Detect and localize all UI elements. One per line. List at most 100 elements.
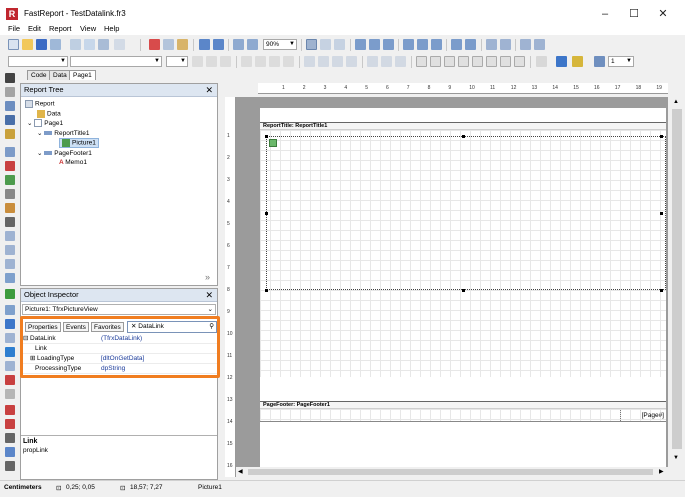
save-icon[interactable] — [36, 39, 47, 50]
resize-handle[interactable] — [660, 212, 663, 215]
digital-signature-tool-icon[interactable] — [5, 433, 15, 443]
text-tool-icon[interactable] — [5, 115, 15, 125]
html-tool-icon[interactable] — [5, 389, 15, 399]
report-page[interactable]: ReportTitle: ReportTitle1 PageFooter: Pa… — [260, 108, 666, 468]
resize-handle[interactable] — [265, 135, 268, 138]
underline-icon[interactable] — [220, 56, 231, 67]
text-align-right-icon[interactable] — [332, 56, 343, 67]
font-color-icon[interactable] — [255, 56, 266, 67]
italic-icon[interactable] — [206, 56, 217, 67]
close-window-button[interactable]: ✕ — [651, 4, 675, 24]
scroll-left-icon[interactable]: ◀ — [238, 468, 243, 475]
tree-node-pagefooter1[interactable]: ⌄ PageFooter1 — [37, 149, 92, 157]
fill-settings-icon[interactable] — [556, 56, 567, 67]
frame-width-combo[interactable]: 1 ▼ — [608, 56, 634, 67]
memo-tool-icon[interactable] — [5, 161, 15, 171]
new-page-icon[interactable] — [70, 39, 81, 50]
zip-code-tool-icon[interactable] — [5, 461, 15, 471]
resize-handle[interactable] — [265, 289, 268, 292]
group-icon[interactable] — [233, 39, 244, 50]
text-align-center-icon[interactable] — [318, 56, 329, 67]
resize-handle[interactable] — [462, 135, 465, 138]
text-justify-icon[interactable] — [346, 56, 357, 67]
cellular-text-tool-icon[interactable] — [5, 447, 15, 457]
zoom-tool-icon[interactable] — [5, 101, 15, 111]
close-icon[interactable]: ✕ — [205, 289, 213, 301]
resize-handle[interactable] — [660, 289, 663, 292]
map-tool-icon[interactable] — [5, 347, 15, 357]
highlight-icon[interactable] — [269, 56, 280, 67]
text-middle-icon[interactable] — [381, 56, 392, 67]
rotation-icon[interactable] — [283, 56, 294, 67]
same-width-icon[interactable] — [520, 39, 531, 50]
chart-tool-icon[interactable] — [5, 259, 15, 269]
fit-grid-icon[interactable] — [334, 39, 345, 50]
resize-handle[interactable] — [265, 212, 268, 215]
align-right-icon[interactable] — [383, 39, 394, 50]
format-tool-icon[interactable] — [5, 129, 15, 139]
frame-none-icon[interactable] — [486, 56, 497, 67]
tab-data[interactable]: Data — [49, 70, 71, 80]
rich-text-tool-icon[interactable] — [5, 245, 15, 255]
scroll-right-icon[interactable]: ▶ — [659, 468, 664, 475]
font-settings-icon[interactable] — [241, 56, 252, 67]
menu-view[interactable]: View — [80, 24, 96, 33]
text-top-icon[interactable] — [367, 56, 378, 67]
object-selector-combo[interactable]: Picture1: TfrxPictureView ⌄ — [22, 304, 216, 315]
center-horizontal-icon[interactable] — [486, 39, 497, 50]
zoom-combo[interactable]: 90% ▼ — [263, 39, 297, 50]
horizontal-scrollbar[interactable]: ◀ ▶ — [236, 467, 669, 477]
picture-tool-icon[interactable] — [5, 175, 15, 185]
frame-all-icon[interactable] — [472, 56, 483, 67]
open-icon[interactable] — [22, 39, 33, 50]
scroll-thumb[interactable] — [672, 109, 682, 449]
maximize-button[interactable]: ☐ — [622, 4, 646, 24]
ungroup-icon[interactable] — [247, 39, 258, 50]
font-name-combo[interactable]: ▼ — [70, 56, 162, 67]
redo-icon[interactable] — [213, 39, 224, 50]
tree-node-page1[interactable]: ⌄ Page1 — [27, 119, 63, 128]
close-icon[interactable]: ✕ — [205, 84, 213, 96]
vertical-scrollbar[interactable]: ▲ ▼ — [669, 83, 685, 467]
menu-report[interactable]: Report — [49, 24, 72, 33]
frame-top-icon[interactable] — [416, 56, 427, 67]
text-align-left-icon[interactable] — [304, 56, 315, 67]
interval-gauge-tool-icon[interactable] — [5, 419, 15, 429]
center-vertical-icon[interactable] — [500, 39, 511, 50]
hand-tool-icon[interactable] — [5, 87, 15, 97]
frame-style-icon[interactable] — [514, 56, 525, 67]
picture1-object[interactable] — [266, 136, 666, 290]
gauge-tool-icon[interactable] — [5, 405, 15, 415]
cut-icon[interactable] — [149, 39, 160, 50]
scroll-up-icon[interactable]: ▲ — [673, 99, 679, 105]
undo-icon[interactable] — [199, 39, 210, 50]
align-middle-icon[interactable] — [417, 39, 428, 50]
crosstab-tool-icon[interactable] — [5, 305, 15, 315]
memo1-object[interactable]: [Page#] — [620, 410, 664, 421]
barcode-tool-icon[interactable] — [5, 273, 15, 283]
tree-node-data[interactable]: Data — [37, 110, 61, 118]
scroll-thumb[interactable] — [248, 469, 653, 475]
page-footer-band[interactable] — [260, 409, 666, 422]
line-tool-icon[interactable] — [5, 203, 15, 213]
bold-icon[interactable] — [192, 56, 203, 67]
expand-panel-icon[interactable]: » — [205, 272, 210, 282]
menu-edit[interactable]: Edit — [28, 24, 41, 33]
resize-handle[interactable] — [462, 289, 465, 292]
fill-color-icon[interactable] — [536, 56, 547, 67]
tab-code[interactable]: Code — [27, 70, 51, 80]
tab-page1[interactable]: Page1 — [69, 70, 96, 80]
frame-width-icon[interactable] — [594, 56, 605, 67]
space-vertical-icon[interactable] — [465, 39, 476, 50]
frame-left-icon[interactable] — [444, 56, 455, 67]
paste-icon[interactable] — [177, 39, 188, 50]
collapse-icon[interactable]: ⌄ — [27, 120, 34, 127]
align-center-icon[interactable] — [369, 39, 380, 50]
copy-icon[interactable] — [163, 39, 174, 50]
collapse-icon[interactable]: ⌄ — [37, 130, 44, 137]
select-tool-icon[interactable] — [5, 73, 15, 83]
text-bottom-icon[interactable] — [395, 56, 406, 67]
tree-node-reporttitle1[interactable]: ⌄ ReportTitle1 — [37, 129, 89, 137]
table-tool-icon[interactable] — [5, 333, 15, 343]
align-left-icon[interactable] — [355, 39, 366, 50]
